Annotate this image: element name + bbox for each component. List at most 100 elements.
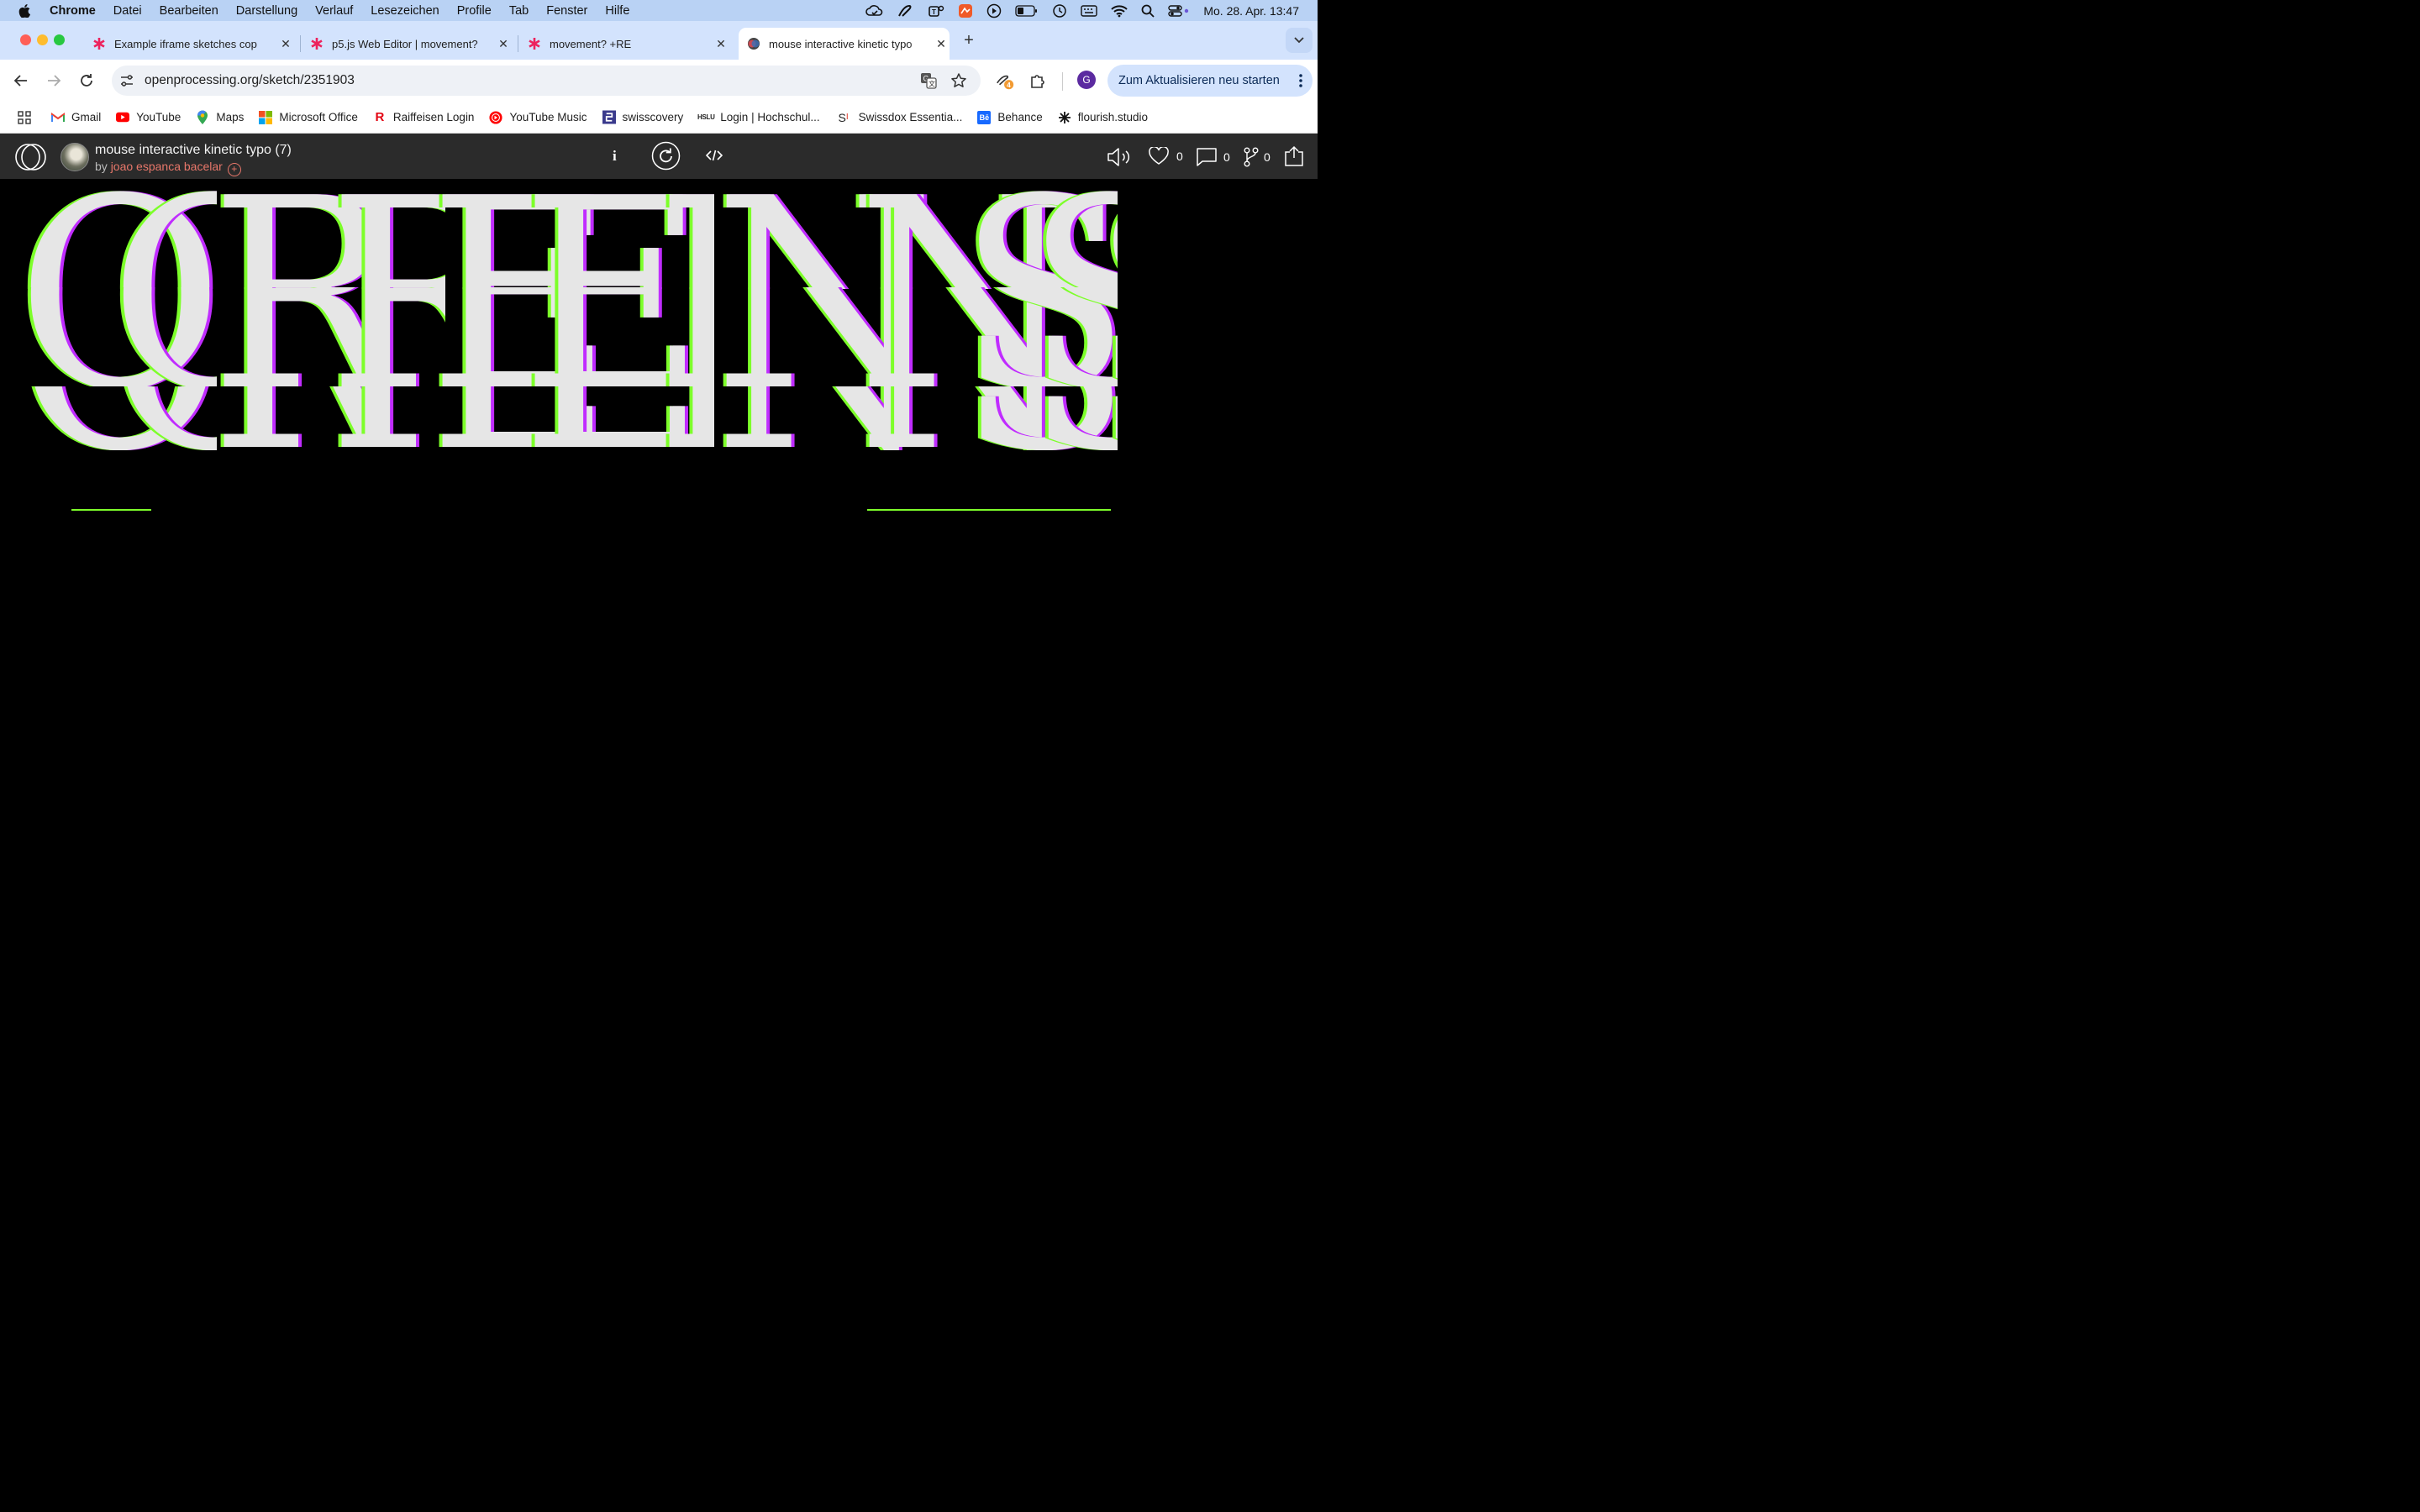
fork-count: 0 [1264, 150, 1270, 164]
wifi-icon[interactable] [1111, 4, 1128, 18]
tab-movement-re[interactable]: movement? +RE ✕ [519, 28, 729, 60]
tab-search-button[interactable] [1286, 28, 1313, 53]
info-icon[interactable]: i [613, 148, 617, 165]
close-window-button[interactable] [20, 34, 31, 45]
translate-icon[interactable]: G文 [920, 72, 937, 93]
site-settings-icon[interactable] [119, 73, 134, 92]
pen-icon[interactable] [897, 4, 914, 18]
minimize-window-button[interactable] [37, 34, 48, 45]
fork-button[interactable]: 0 [1244, 147, 1270, 167]
openprocessing-logo-icon[interactable] [14, 143, 48, 176]
maps-icon [196, 110, 209, 124]
input-keyboard-icon[interactable] [1081, 4, 1098, 18]
menu-tab[interactable]: Tab [509, 4, 529, 18]
update-restart-button[interactable]: Zum Aktualisieren neu starten [1107, 65, 1313, 97]
tab-p5js-editor[interactable]: p5.js Web Editor | movement? ✕ [302, 28, 512, 60]
svg-text:T: T [932, 8, 936, 16]
close-tab-icon[interactable]: ✕ [933, 37, 950, 51]
bookmark-hslu-login[interactable]: HSLU Login | Hochschul... [697, 111, 820, 124]
menu-profile[interactable]: Profile [457, 4, 492, 18]
bookmark-star-icon[interactable] [950, 72, 967, 93]
menu-fenster[interactable]: Fenster [546, 4, 587, 18]
bookmark-microsoft-office[interactable]: Microsoft Office [259, 110, 358, 124]
code-icon[interactable] [706, 149, 723, 162]
tab-example-iframe[interactable]: Example iframe sketches cop ✕ [84, 28, 294, 60]
menu-bar-clock[interactable]: Mo. 28. Apr. 13:47 [1203, 4, 1299, 18]
app-badge-icon[interactable] [958, 3, 973, 18]
follow-plus-icon[interactable]: + [227, 163, 241, 176]
author-avatar[interactable] [60, 143, 89, 171]
bookmark-swissdox[interactable]: SI Swissdox Essentia... [835, 111, 963, 124]
tab-strip: Example iframe sketches cop ✕ p5.js Web … [0, 21, 1318, 60]
kinetic-glyph: S [1092, 180, 1265, 446]
share-icon[interactable] [1284, 145, 1304, 167]
menu-bearbeiten[interactable]: Bearbeiten [160, 4, 218, 18]
asterisk-icon [310, 37, 324, 50]
tab-openprocessing-active[interactable]: mouse interactive kinetic typo ✕ [739, 28, 950, 60]
menu-darstellung[interactable]: Darstellung [236, 4, 297, 18]
menu-lesezeichen[interactable]: Lesezeichen [371, 4, 439, 18]
kinetic-glyph: S [1096, 180, 1269, 438]
bookmark-label: Swissdox Essentia... [858, 111, 963, 123]
office-icon [259, 110, 273, 124]
kinetic-glyph: S [1092, 213, 1265, 507]
chevron-down-icon [1294, 37, 1304, 44]
zoom-window-button[interactable] [54, 34, 65, 45]
author-link[interactable]: joao espanca bacelar [111, 160, 223, 173]
tab-separator [300, 35, 301, 52]
teams-icon[interactable]: T [928, 4, 944, 18]
tab-title: p5.js Web Editor | movement? [332, 37, 478, 50]
sketch-canvas[interactable]: OOOOOOOOOOOOOOOOOORRRRRRRRRRRRRRRRRREEEE… [0, 180, 1318, 823]
comments-button[interactable]: 0 [1196, 147, 1230, 167]
battery-icon[interactable] [1015, 4, 1039, 17]
hslu-icon: HSLU [697, 113, 715, 121]
time-machine-icon[interactable] [1052, 3, 1067, 18]
restart-sketch-button[interactable] [651, 141, 681, 171]
bookmark-swisscovery[interactable]: swisscovery [602, 110, 683, 124]
close-tab-icon[interactable]: ✕ [495, 37, 512, 51]
asterisk-icon [528, 37, 541, 50]
menu-hilfe[interactable]: Hilfe [605, 4, 629, 18]
bookmarks-bar: Gmail YouTube Maps Microsoft Office R Ra… [0, 102, 1318, 134]
like-count: 0 [1176, 150, 1183, 163]
toolbar-divider [1062, 72, 1063, 91]
sound-icon[interactable] [1107, 146, 1134, 168]
menu-datei[interactable]: Datei [113, 4, 142, 18]
bookmark-maps[interactable]: Maps [196, 110, 245, 124]
play-icon[interactable] [986, 3, 1002, 18]
close-tab-icon[interactable]: ✕ [277, 37, 294, 51]
extensions-puzzle-icon[interactable] [1028, 71, 1048, 91]
menu-verlauf[interactable]: Verlauf [315, 4, 353, 18]
bookmark-gmail[interactable]: Gmail [51, 111, 101, 124]
back-button[interactable] [11, 71, 31, 91]
apps-grid-icon[interactable] [18, 110, 31, 124]
extension-icon[interactable]: 4 [995, 71, 1015, 92]
more-menu-icon[interactable] [1299, 73, 1302, 92]
new-tab-button[interactable]: + [959, 30, 979, 50]
bookmark-youtube-music[interactable]: YouTube Music [489, 110, 587, 124]
bookmark-label: Behance [997, 111, 1043, 123]
kinetic-glyph: S [1096, 213, 1269, 507]
reload-button[interactable] [76, 71, 97, 91]
bookmark-label: YouTube [136, 111, 182, 123]
behance-icon: Bē [977, 110, 992, 124]
control-center-icon[interactable] [1168, 4, 1190, 18]
forward-button[interactable] [44, 71, 64, 91]
bookmark-raiffeisen[interactable]: R Raiffeisen Login [373, 110, 475, 124]
profile-avatar[interactable]: G [1077, 71, 1096, 89]
bookmark-flourish[interactable]: flourish.studio [1058, 111, 1148, 124]
kinetic-typography-canvas[interactable]: OOOOOOOOOOOOOOOOOORRRRRRRRRRRRRRRRRREEEE… [0, 180, 1318, 823]
tab-title: mouse interactive kinetic typo [769, 37, 913, 50]
address-bar[interactable]: openprocessing.org/sketch/2351903 G文 [112, 66, 981, 96]
like-button[interactable]: 0 [1148, 147, 1183, 165]
cloud-sync-icon[interactable] [865, 4, 884, 18]
bookmark-label: Maps [216, 111, 245, 123]
apple-icon[interactable] [18, 3, 30, 18]
search-icon[interactable] [1141, 4, 1155, 18]
bookmark-behance[interactable]: Bē Behance [977, 110, 1043, 124]
close-tab-icon[interactable]: ✕ [713, 37, 729, 51]
bookmark-label: YouTube Music [509, 111, 587, 123]
menu-app-name[interactable]: Chrome [50, 4, 96, 18]
bookmark-label: Raiffeisen Login [392, 111, 475, 123]
bookmark-youtube[interactable]: YouTube [116, 111, 181, 124]
